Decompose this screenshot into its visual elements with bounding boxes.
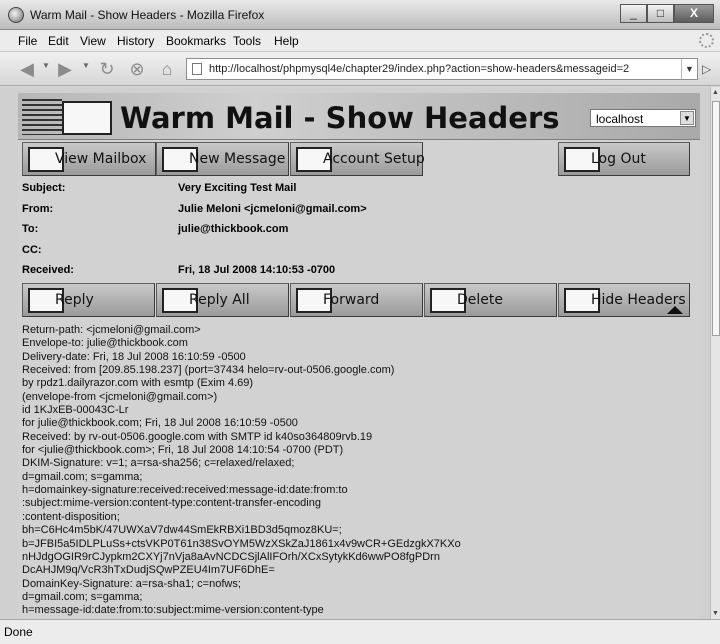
window-controls: _ □ X [620,4,714,23]
delete-button[interactable]: Delete [424,283,557,317]
forward-button[interactable]: Forward [290,283,423,317]
status-bar: Done [0,619,720,644]
header-line: d=gmail.com; s=gamma; [22,470,143,483]
new-message-label: New Message [189,151,286,167]
header-line: for <julie@thickbook.com>; Fri, 18 Jul 2… [22,444,344,457]
forward-arrow-icon[interactable]: ▶ [52,57,78,81]
subject-label: Subject: [22,182,66,194]
page-title: Warm Mail - Show Headers [120,101,560,135]
window-title: Warm Mail - Show Headers - Mozilla Firef… [30,8,265,22]
header-line: :subject:mime-version:content-type:conte… [22,497,321,510]
header-line: by rpdz1.dailyrazor.com with esmtp (Exim… [22,377,254,390]
forward-dropdown-icon[interactable]: ▼ [82,61,90,70]
speed-lines-graphic [22,99,62,135]
hide-headers-button[interactable]: Hide Headers [558,283,690,317]
reply-button[interactable]: Reply [22,283,155,317]
to-label: To: [22,223,39,235]
action-button-row: Reply Reply All Forward Delete Hide Head… [22,283,704,317]
home-icon[interactable]: ⌂ [154,57,180,81]
server-select[interactable]: localhost ▼ [590,109,696,127]
header-line: DomainKey-Signature: a=rsa-sha1; c=nofws… [22,577,241,590]
navigation-toolbar: ◀ ▼ ▶ ▼ ↻ ⊗ ⌂ http://localhost/phpmysql4… [0,52,720,86]
reply-label: Reply [55,292,94,308]
server-select-value: localhost [596,112,644,126]
header-line: for julie@thickbook.com; Fri, 18 Jul 200… [22,417,298,430]
scroll-down-icon[interactable]: ▼ [712,610,719,617]
header-line: Received: by rv-out-0506.google.com with… [22,430,373,443]
received-label: Received: [22,264,74,276]
received-value: Fri, 18 Jul 2008 14:10:53 -0700 [178,264,336,276]
header-line: h=domainkey-signature:received:received:… [22,484,348,497]
reply-all-label: Reply All [189,292,250,308]
header-line: h=message-id:date:from:to:subject:mime-v… [22,604,324,617]
header-line: bh=C6Hc4m5bK/47UWXaV7dw44SmEkRBXi1BD3d5q… [22,524,342,537]
page-banner: Warm Mail - Show Headers localhost ▼ [18,93,700,140]
subject-value: Very Exciting Test Mail [178,182,297,194]
header-line: (envelope-from <jcmeloni@gmail.com>) [22,390,218,403]
view-mailbox-label: View Mailbox [55,151,147,167]
back-dropdown-icon[interactable]: ▼ [42,61,50,70]
vertical-scrollbar[interactable]: ▲ ▼ [710,87,720,619]
reload-icon[interactable]: ↻ [94,57,120,81]
select-arrow-icon[interactable]: ▼ [680,111,694,125]
delete-label: Delete [457,292,503,308]
log-out-button[interactable]: Log Out [558,142,690,176]
menu-tools[interactable]: Tools [233,34,261,48]
back-arrow-icon[interactable]: ◀ [14,57,40,81]
envelope-logo-icon [62,101,112,135]
header-line: b=JFBI5a5IDLPLuSs+ctsVKP0T61n38SvOYM5WzX… [22,537,461,550]
throbber-icon [699,33,714,48]
menu-edit[interactable]: Edit [48,34,69,48]
status-text: Done [4,625,33,639]
header-line: Envelope-to: julie@thickbook.com [22,337,188,350]
maximize-button[interactable]: □ [647,4,674,23]
header-line: nHJdgOGIR9rCJypkm2CXYj7nVja8aAvNCDCSjlAl… [22,550,440,563]
top-button-row: View Mailbox New Message Account Setup L… [22,142,704,176]
go-arrow-icon[interactable]: ▷ [702,62,711,76]
scrollbar-thumb[interactable] [712,101,720,336]
log-out-label: Log Out [591,151,646,167]
header-line: Return-path: <jcmeloni@gmail.com> [22,324,201,336]
from-label: From: [22,203,54,215]
raw-headers: Return-path: <jcmeloni@gmail.com> Envelo… [22,324,692,618]
header-line: d=gmail.com; s=gamma; [22,590,143,603]
new-message-button[interactable]: New Message [156,142,289,176]
menu-file[interactable]: File [18,34,37,48]
menu-view[interactable]: View [80,34,106,48]
warm-mail-page: Warm Mail - Show Headers localhost ▼ Vie… [18,93,700,619]
window-titlebar: Warm Mail - Show Headers - Mozilla Firef… [0,0,720,30]
header-line: DKIM-Signature: v=1; a=rsa-sha256; c=rel… [22,457,295,470]
header-line: :content-disposition; [22,510,120,523]
close-button[interactable]: X [674,4,714,23]
url-text[interactable]: http://localhost/phpmysql4e/chapter29/in… [209,63,629,75]
cc-label: CC: [22,244,42,256]
header-line: DcAHJM9q/VcR3hTxDudjSQwPZEU4Im7UF6DhE= [22,564,275,577]
menu-help[interactable]: Help [274,34,299,48]
scroll-up-icon[interactable]: ▲ [712,89,719,96]
stop-icon[interactable]: ⊗ [124,57,150,81]
menu-bookmarks[interactable]: Bookmarks [166,34,226,48]
url-dropdown-icon[interactable]: ▼ [681,59,697,79]
header-line: id 1KJxEB-00043C-Lr [22,404,129,417]
header-line: Received: from [209.85.198.237] (port=37… [22,364,395,377]
minimize-button[interactable]: _ [620,4,647,23]
menu-history[interactable]: History [117,34,154,48]
forward-label: Forward [323,292,380,308]
account-setup-button[interactable]: Account Setup [290,142,425,176]
from-value: Julie Meloni <jcmeloni@gmail.com> [178,203,367,215]
header-line: Delivery-date: Fri, 18 Jul 2008 16:10:59… [22,350,246,363]
menu-bar: File Edit View History Bookmarks Tools H… [0,30,720,52]
collapse-arrow-icon [667,306,683,314]
to-value: julie@thickbook.com [178,223,289,235]
browser-content: Warm Mail - Show Headers localhost ▼ Vie… [0,87,710,619]
account-setup-label: Account Setup [323,151,425,167]
reply-all-button[interactable]: Reply All [156,283,289,317]
page-icon [192,63,202,75]
firefox-icon [8,7,24,23]
address-bar[interactable]: http://localhost/phpmysql4e/chapter29/in… [186,58,698,80]
view-mailbox-button[interactable]: View Mailbox [22,142,156,176]
